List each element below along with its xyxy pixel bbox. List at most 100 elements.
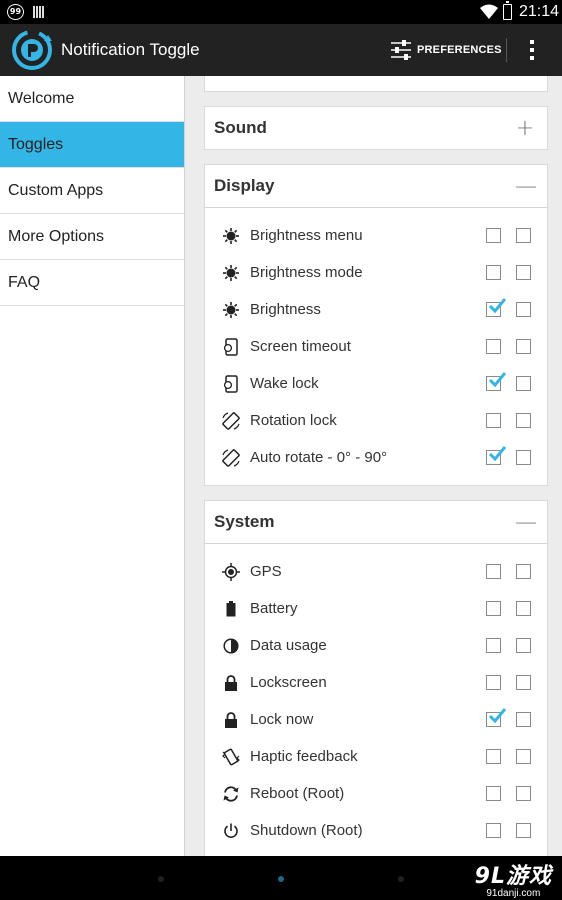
notification-checkbox[interactable]	[486, 708, 506, 727]
toggle-row-data-usage[interactable]: Data usage	[205, 627, 547, 664]
collapse-icon[interactable]: —	[515, 174, 537, 199]
notification-checkbox[interactable]	[486, 265, 501, 280]
display-toggle-list: Brightness menu Brightness mode Brightness…	[205, 208, 547, 476]
toggle-row-auto-rotate-0-90[interactable]: Auto rotate - 0° - 90°	[205, 439, 547, 476]
brightness-icon	[222, 264, 240, 282]
preferences-button[interactable]: PREFERENCES	[384, 32, 508, 68]
sound-section-title: Sound	[214, 118, 267, 137]
sidebar-item-faq[interactable]: FAQ	[0, 260, 184, 306]
toggle-label: Wake lock	[250, 375, 319, 392]
notification-checkbox[interactable]	[486, 446, 506, 465]
secondary-checkbox[interactable]	[516, 450, 531, 465]
notification-checkbox[interactable]	[486, 339, 501, 354]
home-button[interactable]	[278, 876, 284, 882]
toggle-row-haptic-feedback[interactable]: Haptic feedback	[205, 738, 547, 775]
notification-checkbox[interactable]	[486, 413, 501, 428]
lock-icon	[222, 674, 240, 692]
expand-icon[interactable]: +	[515, 116, 535, 141]
watermark-logo: 9L游戏	[474, 864, 552, 889]
sidebar-item-more-options[interactable]: More Options	[0, 214, 184, 260]
toggle-row-gps[interactable]: GPS	[205, 553, 547, 590]
display-section-title: Display	[214, 176, 275, 195]
haptic-icon	[222, 748, 240, 766]
toggle-row-brightness-menu[interactable]: Brightness menu	[205, 217, 547, 254]
gps-icon	[222, 562, 240, 581]
checkmark-icon	[488, 446, 506, 462]
notification-checkbox[interactable]	[486, 564, 501, 579]
system-section-card: System — GPS Battery Data usage Lockscreen L…	[204, 500, 548, 856]
secondary-checkbox[interactable]	[516, 675, 531, 690]
secondary-checkbox[interactable]	[516, 601, 531, 616]
reboot-icon	[222, 785, 240, 803]
collapse-icon[interactable]: —	[515, 510, 537, 535]
toggle-row-screen-timeout[interactable]: Screen timeout	[205, 328, 547, 365]
toggle-label: Data usage	[250, 637, 327, 654]
secondary-checkbox[interactable]	[516, 376, 531, 391]
brightness-icon	[222, 301, 240, 319]
notification-checkbox[interactable]	[486, 823, 501, 838]
toggle-row-lock-now[interactable]: Lock now	[205, 701, 547, 738]
sidebar: Welcome Toggles Custom Apps More Options…	[0, 76, 185, 856]
notification-checkbox[interactable]	[486, 675, 501, 690]
sound-section-header[interactable]: Sound +	[205, 107, 547, 149]
secondary-checkbox[interactable]	[516, 339, 531, 354]
toggle-row-battery[interactable]: Battery	[205, 590, 547, 627]
secondary-checkbox[interactable]	[516, 564, 531, 579]
notification-badge: 99	[7, 4, 24, 20]
secondary-checkbox[interactable]	[516, 265, 531, 280]
recents-button[interactable]	[398, 876, 404, 882]
checkmark-icon	[488, 708, 506, 724]
secondary-checkbox[interactable]	[516, 823, 531, 838]
toggle-row-shutdown-root[interactable]: Shutdown (Root)	[205, 812, 547, 849]
checkmark-icon	[488, 298, 506, 314]
secondary-checkbox[interactable]	[516, 228, 531, 243]
sidebar-item-toggles[interactable]: Toggles	[0, 122, 184, 168]
system-toggle-list: GPS Battery Data usage Lockscreen Lock now Ha…	[205, 544, 547, 849]
sidebar-item-custom-apps[interactable]: Custom Apps	[0, 168, 184, 214]
toggle-label: Lock now	[250, 711, 314, 728]
toggle-row-brightness[interactable]: Brightness	[205, 291, 547, 328]
toggle-row-brightness-mode[interactable]: Brightness mode	[205, 254, 547, 291]
sidebar-item-welcome[interactable]: Welcome	[0, 76, 184, 122]
toggle-row-wake-lock[interactable]: Wake lock	[205, 365, 547, 402]
secondary-checkbox[interactable]	[516, 413, 531, 428]
notification-checkbox[interactable]	[486, 601, 501, 616]
toggle-label: Lockscreen	[250, 674, 327, 691]
secondary-checkbox[interactable]	[516, 712, 531, 727]
toggle-row-rotation-lock[interactable]: Rotation lock	[205, 402, 547, 439]
toggle-row-lockscreen[interactable]: Lockscreen	[205, 664, 547, 701]
wifi-icon	[480, 4, 498, 19]
notification-checkbox[interactable]	[486, 298, 506, 317]
toggle-row-reboot-root[interactable]: Reboot (Root)	[205, 775, 547, 812]
barcode-icon	[33, 6, 45, 18]
notification-checkbox[interactable]	[486, 638, 501, 653]
app-logo-icon[interactable]	[11, 29, 53, 71]
toggle-label: Shutdown (Root)	[250, 822, 363, 839]
display-section-header[interactable]: Display —	[205, 165, 547, 207]
preferences-label: PREFERENCES	[417, 44, 502, 56]
toggles-content[interactable]: Sound + Display — Brightness menu Brightn…	[186, 76, 562, 856]
toggle-label: Brightness mode	[250, 264, 363, 281]
data-usage-icon	[222, 637, 240, 655]
notification-checkbox[interactable]	[486, 228, 501, 243]
sound-section-card: Sound +	[204, 106, 548, 150]
toggle-label: Auto rotate - 0° - 90°	[250, 449, 388, 466]
notification-checkbox[interactable]	[486, 372, 506, 391]
toggle-label: Brightness menu	[250, 227, 363, 244]
system-section-header[interactable]: System —	[205, 501, 547, 543]
notification-checkbox[interactable]	[486, 749, 501, 764]
wake-lock-icon	[222, 374, 240, 393]
overflow-menu-icon[interactable]	[520, 36, 544, 64]
rotation-icon	[222, 411, 240, 430]
notification-checkbox[interactable]	[486, 786, 501, 801]
battery-status-icon	[503, 1, 512, 20]
secondary-checkbox[interactable]	[516, 302, 531, 317]
lock-icon	[222, 711, 240, 729]
toggle-label: Reboot (Root)	[250, 785, 345, 802]
secondary-checkbox[interactable]	[516, 638, 531, 653]
battery-icon	[222, 600, 240, 618]
secondary-checkbox[interactable]	[516, 786, 531, 801]
toggle-label: GPS	[250, 563, 282, 580]
secondary-checkbox[interactable]	[516, 749, 531, 764]
back-button[interactable]	[158, 876, 164, 882]
